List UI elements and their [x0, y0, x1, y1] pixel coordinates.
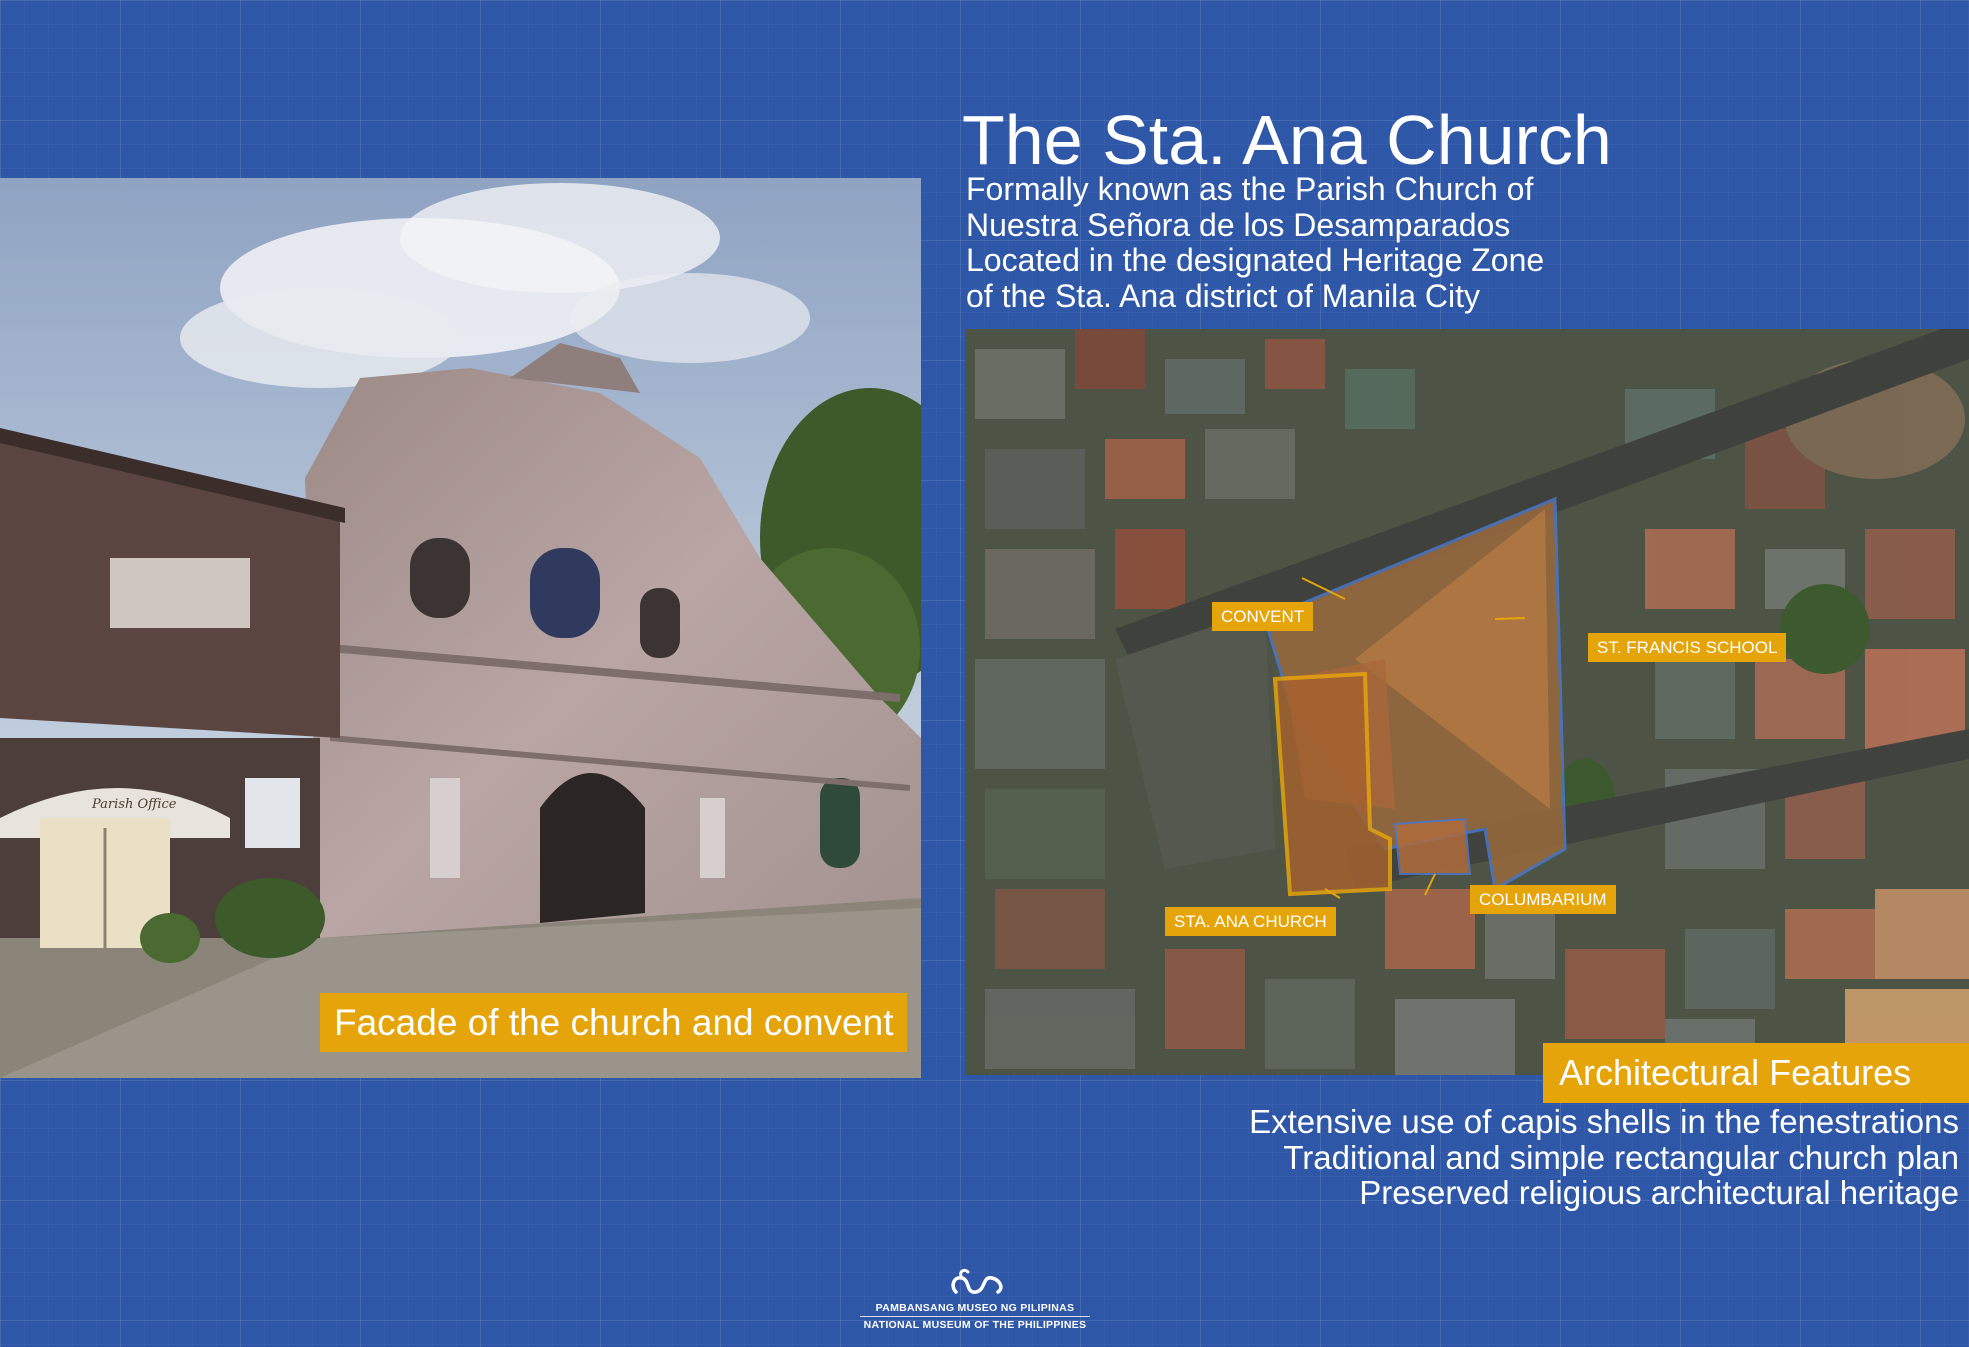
- subtitle-line: Nuestra Señora de los Desamparados: [966, 206, 1511, 243]
- features-heading: Architectural Features: [1543, 1043, 1969, 1103]
- footer-line-english: NATIONAL MUSEUM OF THE PHILIPPINES: [863, 1319, 1087, 1331]
- parish-office-sign: Parish Office: [92, 797, 177, 812]
- feature-item: Preserved religious architectural herita…: [1359, 1174, 1959, 1211]
- subtitle-line: of the Sta. Ana district of Manila City: [966, 277, 1481, 314]
- church-facade-photo: [0, 178, 921, 1078]
- subtitle-line: Formally known as the Parish Church of: [966, 171, 1534, 207]
- aerial-map: CONVENT ST. FRANCIS SCHOOL COLUMBARIUM S…: [965, 329, 1969, 1075]
- map-label-columbarium: COLUMBARIUM: [1470, 885, 1616, 914]
- map-label-sta-ana-church: STA. ANA CHURCH: [1165, 907, 1336, 936]
- features-list: Extensive use of capis shells in the fen…: [1249, 1104, 1959, 1211]
- museum-logo-icon: [951, 1268, 1003, 1294]
- map-label-st-francis-school: ST. FRANCIS SCHOOL: [1588, 633, 1787, 662]
- subtitle-block: Formally known as the Parish Church of N…: [966, 171, 1545, 314]
- feature-item: Traditional and simple rectangular churc…: [1283, 1138, 1959, 1176]
- footer-line-filipino: PAMBANSANG MUSEO NG PILIPINAS: [860, 1302, 1090, 1317]
- photo-caption: Facade of the church and convent: [320, 993, 908, 1052]
- feature-item: Extensive use of capis shells in the fen…: [1249, 1103, 1959, 1140]
- subtitle-line: Located in the designated Heritage Zone: [966, 242, 1545, 278]
- page-title: The Sta. Ana Church: [962, 101, 1612, 179]
- map-label-convent: CONVENT: [1212, 602, 1314, 631]
- museum-logo: PAMBANSANG MUSEO NG PILIPINAS NATIONAL M…: [860, 1266, 1090, 1331]
